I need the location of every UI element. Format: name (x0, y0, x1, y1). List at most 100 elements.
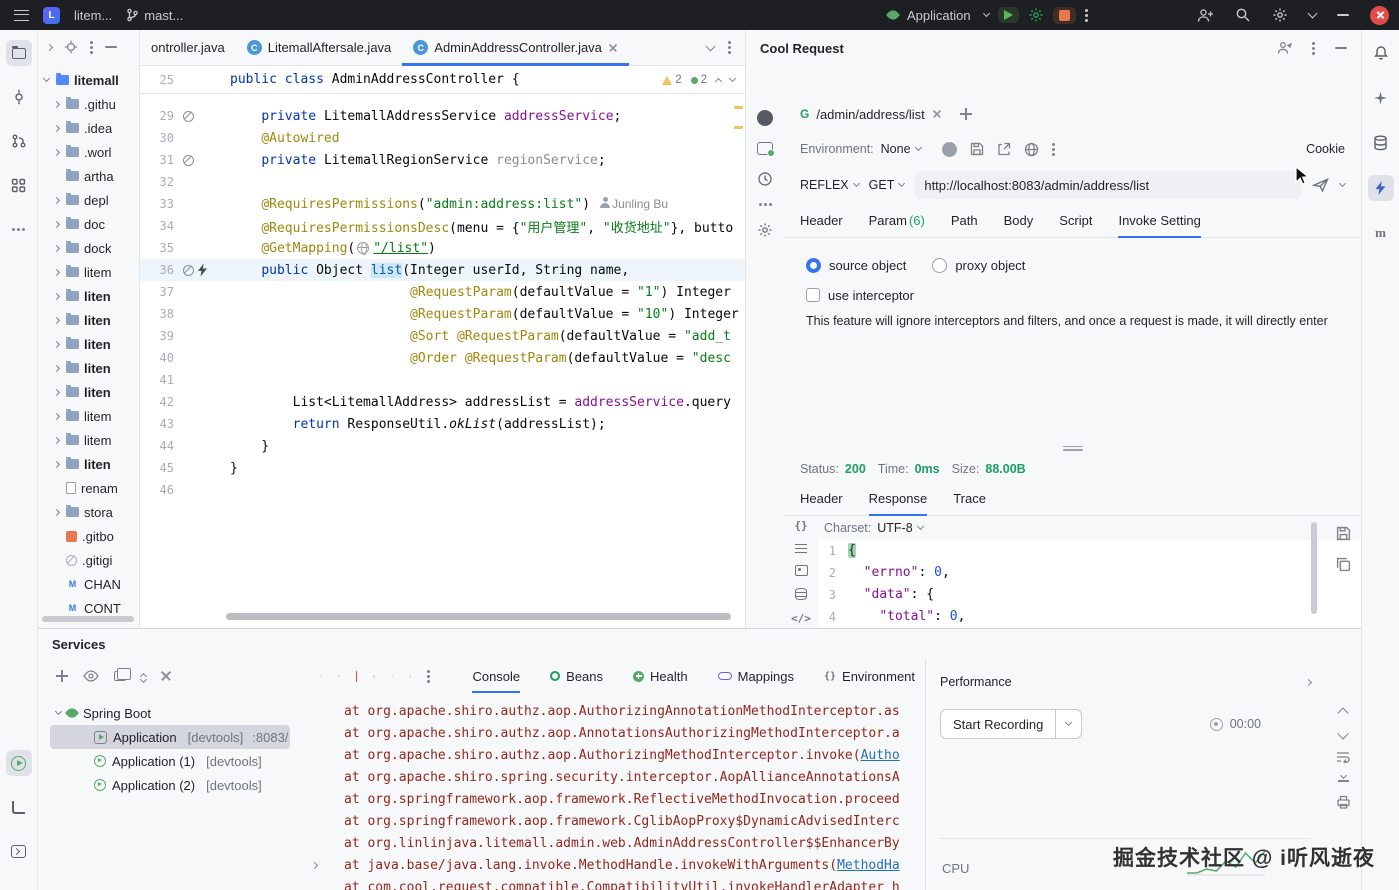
bolt-gutter-icon[interactable] (198, 263, 207, 277)
environment-icon[interactable] (757, 142, 775, 157)
tree-item[interactable]: depl (38, 188, 139, 212)
response-line[interactable]: 1{ (818, 540, 1361, 562)
charset-selector[interactable]: UTF-8 (877, 521, 924, 535)
more-icon[interactable] (763, 203, 767, 206)
code-line[interactable]: 44 } (140, 435, 745, 457)
chevron-right-icon[interactable] (52, 220, 61, 228)
http-method-selector[interactable]: GET (869, 178, 906, 192)
browser-icon[interactable] (1024, 142, 1039, 157)
environment-selector[interactable]: None (881, 142, 922, 156)
chevron-right-icon[interactable] (52, 268, 61, 276)
service-port[interactable]: :8083/ (252, 730, 288, 745)
error-stripe-mark[interactable] (734, 106, 743, 109)
structure-tool-button[interactable] (6, 172, 32, 198)
tree-item[interactable]: renam (38, 476, 139, 500)
code-line[interactable]: 43 return ResponseUtil.okList(addressLis… (140, 413, 745, 435)
tree-item[interactable]: litemall (38, 68, 139, 92)
console-tab-mappings[interactable]: Mappings (717, 659, 794, 693)
open-in-new-tab-icon[interactable] (114, 668, 131, 681)
tree-item[interactable]: M CHAN (38, 572, 139, 596)
code-line[interactable]: 46 (140, 479, 745, 501)
tab-header[interactable]: Header (800, 204, 843, 237)
branch-widget[interactable]: mast... (126, 8, 183, 23)
close-panel-icon[interactable] (161, 671, 171, 681)
tree-item[interactable]: litem (38, 260, 139, 284)
sticky-class-header[interactable]: 25 public class AdminAddressController {… (140, 66, 745, 94)
url-input[interactable] (914, 171, 1302, 199)
tab-path[interactable]: Path (951, 204, 978, 237)
contact-icon[interactable] (1277, 41, 1292, 55)
run-config-selector[interactable]: Application (907, 8, 991, 23)
code-line[interactable]: 29 private LitemallAddressService addres… (140, 105, 745, 127)
history-icon[interactable] (757, 171, 773, 187)
more-tools-button[interactable] (6, 216, 32, 242)
align-icon[interactable] (795, 544, 807, 553)
chevron-right-icon[interactable] (52, 292, 61, 300)
tree-item[interactable]: artha (38, 164, 139, 188)
service-item[interactable]: Application (1) [devtools] (50, 749, 290, 773)
tab-response[interactable]: Response (868, 482, 927, 516)
tree-item[interactable]: .gitigi (38, 548, 139, 572)
maven-button[interactable]: m (1368, 220, 1394, 246)
code-line[interactable]: 39 @Sort @RequestParam(defaultValue = "a… (140, 325, 745, 347)
chevron-right-icon[interactable] (52, 148, 61, 156)
chevron-right-icon[interactable] (52, 460, 61, 468)
editor-tab[interactable]: ontroller.java (140, 30, 236, 65)
tab-options-icon[interactable] (728, 46, 731, 49)
chevron-right-icon[interactable] (52, 244, 61, 252)
tree-item[interactable]: liten (38, 332, 139, 356)
bean-gutter-icon[interactable] (183, 110, 194, 122)
code-line[interactable]: 35 @GetMapping("/list") (140, 237, 745, 259)
hide-panel-icon[interactable] (105, 46, 117, 48)
tab-invoke-setting[interactable]: Invoke Setting (1118, 204, 1202, 238)
notifications-button[interactable] (1368, 40, 1394, 66)
stack-trace-link[interactable]: Autho (861, 748, 900, 763)
response-line[interactable]: 2 "errno": 0, (818, 562, 1361, 584)
chevron-right-icon[interactable] (52, 340, 61, 348)
chevron-right-icon[interactable] (52, 124, 61, 132)
console-tab-beans[interactable]: Beans (550, 659, 603, 693)
expand-performance-icon[interactable] (1304, 678, 1313, 686)
bean-gutter-icon[interactable] (183, 264, 194, 276)
start-recording-button[interactable]: Start Recording (940, 709, 1083, 739)
send-request-icon[interactable] (1312, 177, 1330, 193)
recording-options-icon[interactable] (1055, 710, 1081, 738)
scroll-bottom-icon[interactable] (1337, 728, 1349, 740)
run-button[interactable] (998, 7, 1020, 23)
tree-item[interactable]: liten (38, 356, 139, 380)
tree-item[interactable]: liten (38, 380, 139, 404)
preview-icon[interactable] (794, 565, 808, 576)
project-tool-button[interactable] (5, 40, 32, 66)
terminal-tool-button[interactable] (6, 838, 32, 864)
scroll-top-icon[interactable] (1337, 707, 1349, 719)
add-service-icon[interactable] (56, 670, 68, 682)
code-line[interactable]: 38 @RequestParam(defaultValue = "10") In… (140, 303, 745, 325)
tree-item[interactable]: dock (38, 236, 139, 260)
close-button[interactable] (1370, 5, 1389, 25)
close-tab-icon[interactable] (609, 44, 617, 52)
tree-item[interactable]: liten (38, 308, 139, 332)
chevron-down-icon[interactable] (54, 707, 63, 716)
thread-dump-icon[interactable] (373, 670, 376, 683)
restart-spring-icon[interactable] (338, 669, 340, 684)
tab-param[interactable]: Param (6) (869, 204, 925, 237)
chevron-right-icon[interactable] (52, 100, 61, 108)
stop-icon[interactable] (356, 670, 358, 682)
run-more-icon[interactable] (1085, 13, 1089, 17)
service-item[interactable]: Application [devtools]:8083/ (50, 725, 290, 749)
code-line[interactable]: 30 @Autowired (140, 127, 745, 149)
structure-view-icon[interactable] (795, 588, 807, 600)
chevron-right-icon[interactable] (52, 316, 61, 324)
minimize-button[interactable] (1337, 14, 1349, 16)
stack-trace-link[interactable]: MethodHa (837, 858, 900, 873)
project-options-icon[interactable] (90, 45, 93, 49)
open-log-icon[interactable] (391, 669, 394, 683)
code-line[interactable]: 41 (140, 369, 745, 391)
gc-icon[interactable] (409, 669, 412, 684)
project-hscrollbar[interactable] (42, 616, 134, 622)
tree-item[interactable]: liten (38, 452, 139, 476)
new-request-icon[interactable] (959, 108, 972, 120)
hidden-tabs-icon[interactable] (705, 41, 716, 51)
build-settings-button[interactable] (1028, 7, 1044, 23)
console-tab-health[interactable]: Health (633, 659, 688, 693)
